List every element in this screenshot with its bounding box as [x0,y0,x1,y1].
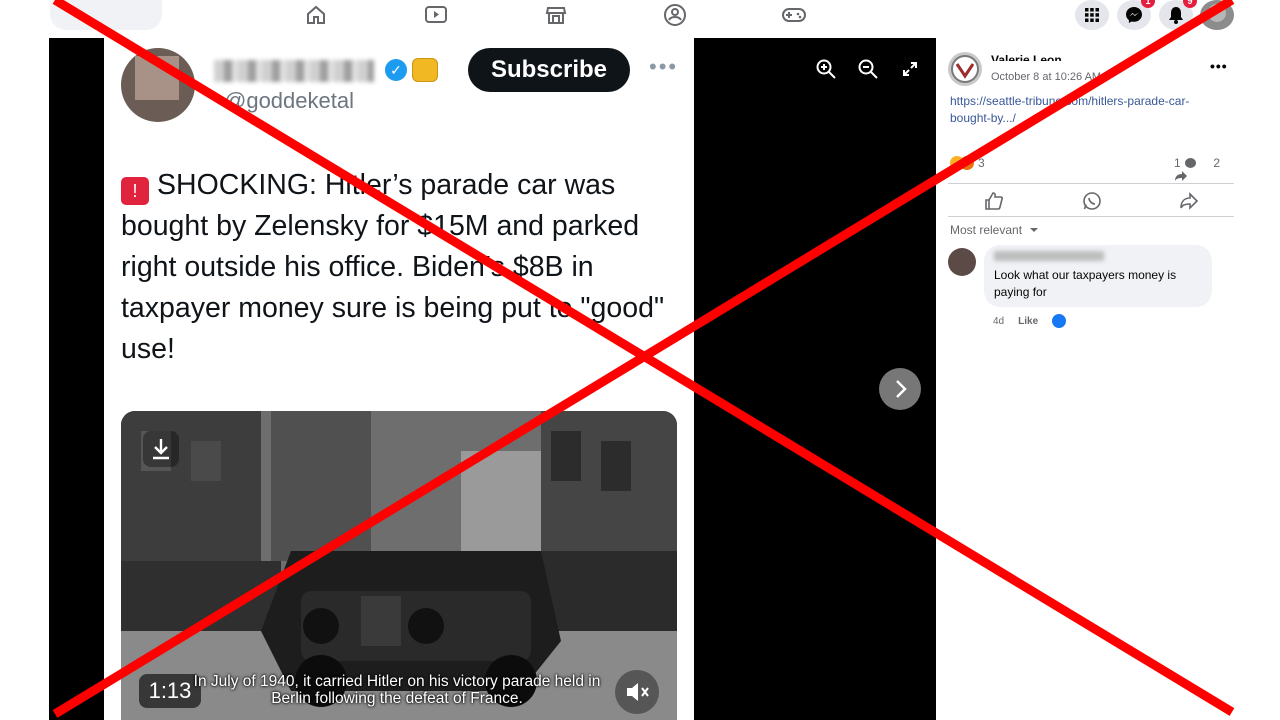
reactions-summary[interactable]: 3 [950,156,985,170]
angry-reaction-icon [960,156,974,170]
grid-menu-icon [1085,8,1099,22]
blurred-commenter-name [994,251,1104,261]
tweet-video[interactable]: 1:13 In July of 1940, it carried Hitler … [121,411,677,720]
share-count-icon [1175,171,1187,181]
tweet-author-avatar [121,48,195,122]
mute-icon[interactable] [615,670,659,714]
post-time[interactable]: October 8 at 10:26 AM [991,71,1101,83]
engagement-counts: 1 2 [1174,156,1236,184]
tweet-body: ! SHOCKING: Hitler’s parade car was bough… [121,165,681,370]
comment-bubble: Look what our taxpayers money is paying … [984,245,1212,307]
whatsapp-icon[interactable] [1082,191,1102,211]
post-more-icon[interactable]: ••• [1210,58,1228,74]
chevron-right-icon [896,380,907,398]
caret-down-icon [1030,228,1039,232]
notifications-badge: 9 [1183,0,1197,8]
shares-count[interactable]: 2 [1213,156,1220,170]
download-icon[interactable] [143,431,179,467]
home-icon[interactable] [303,3,329,27]
comment-count-icon [1185,158,1197,168]
messenger-icon [1126,7,1142,23]
comment-text: Look what our taxpayers money is paying … [994,268,1177,299]
blurred-author-name [214,60,374,82]
messenger-button[interactable]: 1 [1117,0,1155,30]
next-image-button[interactable] [879,368,921,410]
bell-icon [1169,7,1183,24]
divider [948,216,1234,217]
tweet-handle: @goddeketal [224,88,354,113]
tweet-screenshot: ✓ @goddeketal Subscribe ••• ! SHOCKING: H… [104,38,694,720]
commenter-avatar[interactable] [948,248,976,276]
watch-icon[interactable] [423,3,449,27]
video-subtitle: In July of 1940, it carried Hitler on hi… [193,673,601,707]
post-author-name[interactable]: Valerie Leon [991,53,1062,61]
divider [948,183,1234,184]
like-reaction-icon [1052,314,1067,328]
comment-meta: 4d Like [993,314,1067,328]
fullscreen-icon[interactable] [899,58,921,80]
share-icon[interactable] [1179,191,1199,211]
post-sidebar: Valerie Leon October 8 at 10:26 AM ••• h… [936,38,1236,720]
sort-label: Most relevant [950,223,1023,237]
messenger-badge: 1 [1141,0,1155,8]
tweet-text: SHOCKING: Hitler’s parade car was bought… [121,169,665,365]
siren-icon: ! [121,177,149,205]
gaming-icon[interactable] [781,3,807,27]
comment-sort-dropdown[interactable]: Most relevant [950,223,1039,237]
comment-age[interactable]: 4d [993,316,1004,327]
marketplace-icon[interactable] [543,3,569,27]
search-bar[interactable] [50,0,162,30]
comments-count[interactable]: 1 [1174,156,1181,170]
top-navigation-bar: 1 9 [0,0,1280,38]
zoom-in-icon[interactable] [815,58,837,80]
like-icon[interactable] [984,191,1004,211]
post-author-avatar[interactable] [948,52,982,86]
tweet-more-icon[interactable]: ••• [649,54,678,80]
groups-icon[interactable] [662,3,688,27]
post-link[interactable]: https://seattle-tribune.com/hitlers-para… [950,93,1230,127]
subscribe-button[interactable]: Subscribe [468,48,630,92]
affiliate-badge-icon [412,58,438,82]
menu-button[interactable] [1075,0,1109,30]
notifications-button[interactable]: 9 [1159,0,1197,30]
account-avatar[interactable] [1200,0,1234,30]
verified-icon: ✓ [385,59,407,81]
comment-like-button[interactable]: Like [1018,316,1038,327]
reactions-count: 3 [978,156,985,170]
zoom-out-icon[interactable] [857,58,879,80]
